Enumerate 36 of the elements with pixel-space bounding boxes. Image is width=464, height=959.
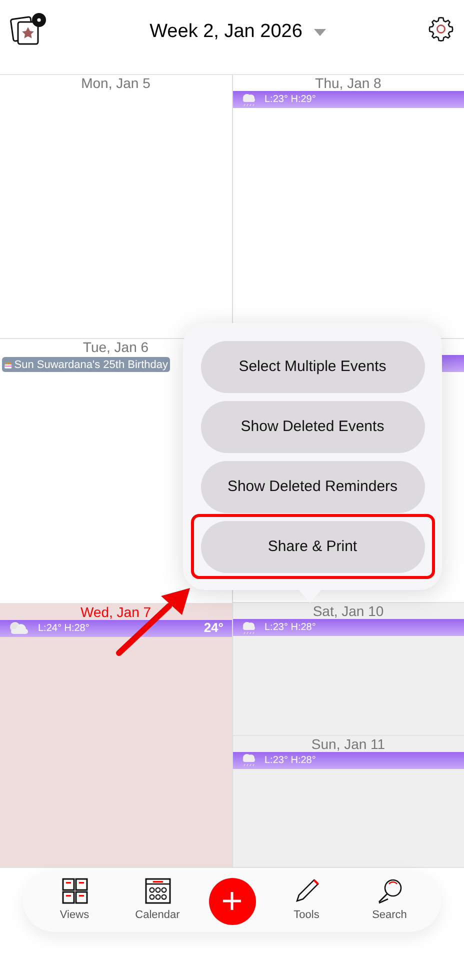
- day-title: Sun, Jan 11: [311, 736, 386, 750]
- day-cell[interactable]: Sun, Jan 11 L:23° H:28°: [232, 736, 464, 868]
- calendar-icon: [144, 878, 170, 904]
- grid-icon: [62, 878, 88, 904]
- tab-button[interactable]: Calendar: [126, 878, 190, 924]
- menu-button[interactable]: Select Multiple Events: [200, 341, 424, 393]
- tab-button[interactable]: Tools: [274, 878, 338, 924]
- photo-stack-icon[interactable]: [10, 12, 48, 46]
- temperature-range: L:23° H:28°: [264, 621, 316, 635]
- day-cell[interactable]: Thu, Jan 8 L:23° H:29°: [232, 75, 464, 339]
- temperature-range: L:23° H:28°: [264, 754, 316, 768]
- cake-icon: [4, 358, 12, 371]
- dropdown-caret-icon[interactable]: [314, 28, 326, 36]
- day-cell[interactable]: Sat, Jan 10 L:23° H:28°: [232, 603, 464, 736]
- rain-cloud-icon: [240, 92, 256, 106]
- menu-button[interactable]: Show Deleted Reminders: [200, 461, 424, 513]
- day-title: Tue, Jan 6: [82, 340, 149, 354]
- day-title: Thu, Jan 8: [315, 76, 382, 90]
- menu-button[interactable]: Share & Print: [200, 521, 424, 573]
- day-title: Wed, Jan 7: [80, 604, 152, 619]
- rain-cloud-icon: [240, 620, 256, 634]
- plus-icon: [222, 891, 242, 911]
- rain-cloud-icon: [240, 753, 256, 767]
- temperature-range: L:24° H:28°: [38, 622, 90, 636]
- tab-button[interactable]: Search: [358, 878, 422, 924]
- temperature-range: L:23° H:29°: [264, 93, 316, 107]
- cloud-icon: [8, 621, 30, 636]
- settings-icon[interactable]: [428, 16, 454, 42]
- tab-button[interactable]: Views: [42, 878, 106, 924]
- day-title: Sat, Jan 10: [312, 604, 384, 618]
- week-title[interactable]: Week 2, Jan 2026: [150, 18, 302, 46]
- search-icon: [376, 878, 402, 904]
- menu-button[interactable]: Show Deleted Events: [200, 401, 424, 453]
- pencil-icon: [294, 878, 320, 904]
- day-title: Mon, Jan 5: [81, 76, 150, 90]
- current-temperature: 24°: [204, 619, 224, 638]
